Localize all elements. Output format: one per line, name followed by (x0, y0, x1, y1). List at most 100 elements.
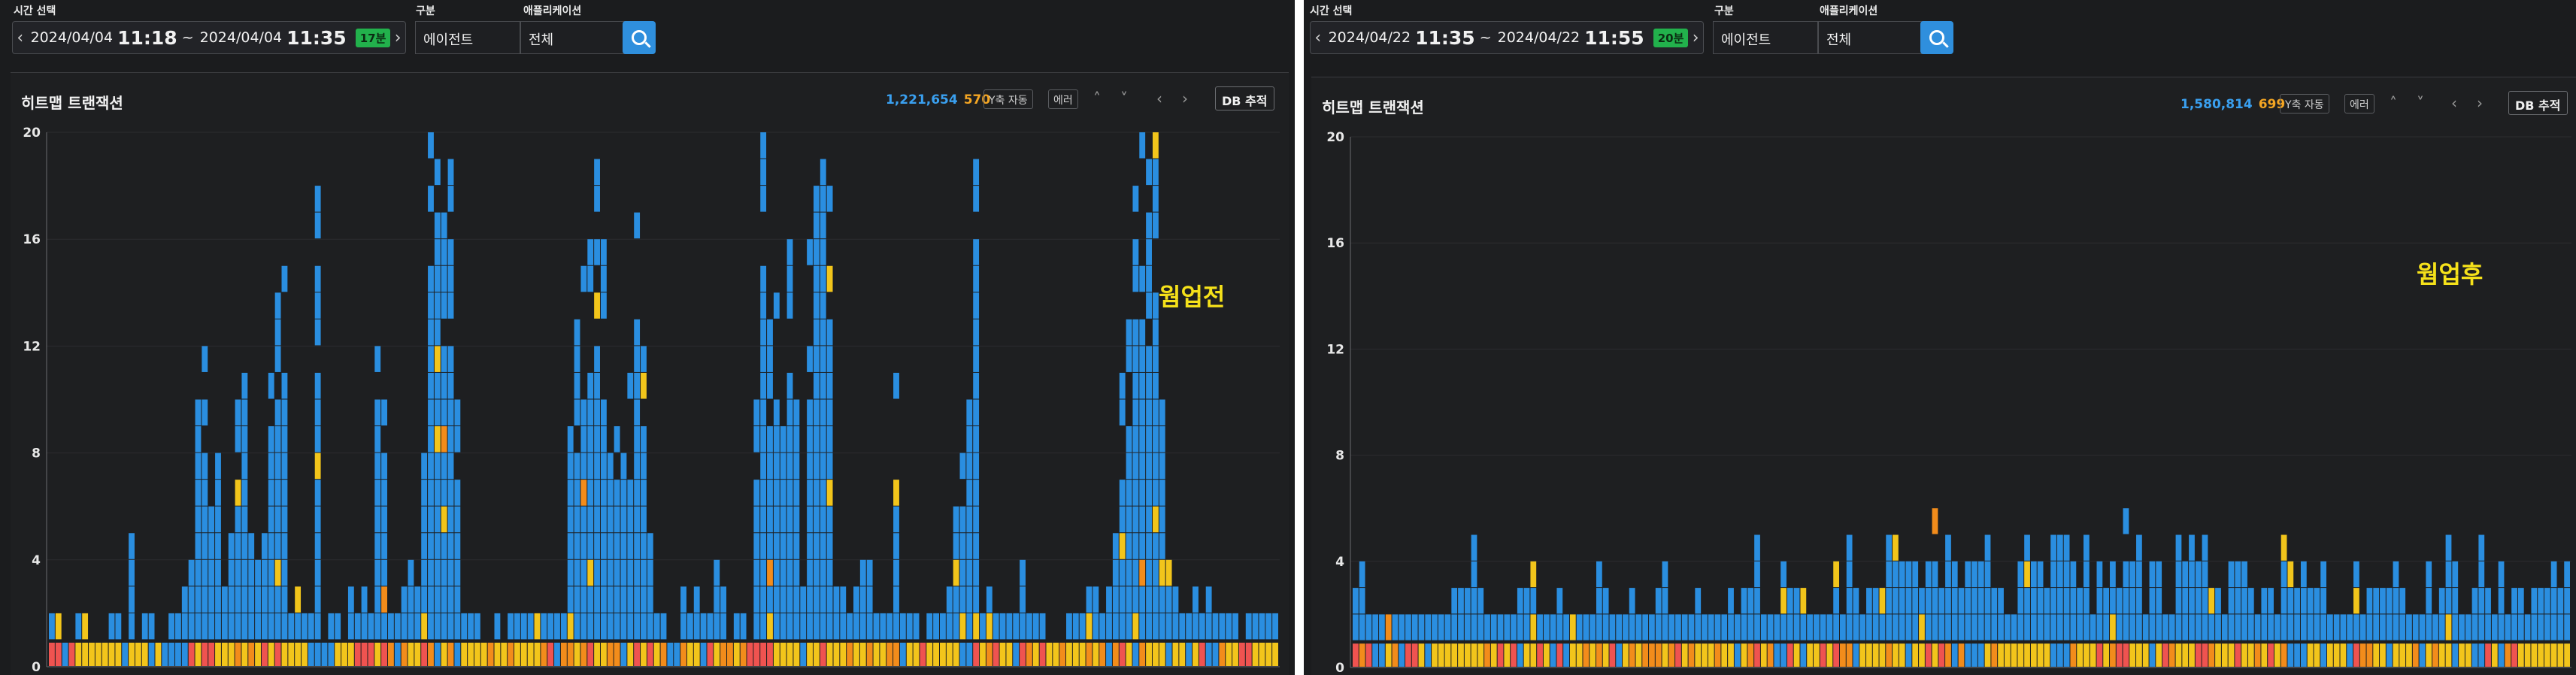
error-filter-button[interactable]: 에러 (1048, 89, 1078, 109)
heatmap-cell (587, 372, 594, 399)
next-range-icon[interactable]: › (390, 29, 405, 47)
y-axis-auto-toggle[interactable]: Y축 자동 (2280, 94, 2329, 114)
heatmap-chart[interactable]: 04812162011:1811:1911:2011:2111:2211:231… (11, 118, 1289, 675)
end-time: 11:35 (286, 26, 347, 49)
chevron-up-icon[interactable]: ˄ (1093, 89, 1101, 107)
chevron-up-icon[interactable]: ˄ (2390, 94, 2397, 112)
heatmap-cell (1583, 614, 1590, 640)
prev-range-icon[interactable]: ‹ (1311, 29, 1326, 47)
heatmap-cell (434, 159, 441, 186)
heatmap-cell (2478, 614, 2485, 640)
chevron-left-icon[interactable]: ‹ (2451, 94, 2457, 112)
heatmap-cell (973, 319, 980, 346)
heatmap-svg[interactable]: 04812162011:1811:1911:2011:2111:2211:231… (11, 118, 1289, 675)
heatmap-cell (1833, 614, 1839, 640)
heatmap-cell (1912, 588, 1919, 614)
y-axis-auto-toggle[interactable]: Y축 자동 (983, 89, 1033, 109)
heatmap-cell (1537, 643, 1543, 667)
heatmap-cell (1517, 614, 1523, 640)
category-label: 구분 (416, 5, 435, 17)
heatmap-cell (215, 453, 221, 480)
heatmap-cell (1072, 643, 1079, 666)
time-range-picker[interactable]: ‹ 2024/04/04 11:18 ~ 2024/04/04 11:35 17… (12, 21, 406, 54)
category-select[interactable]: 에이전트 (415, 21, 520, 54)
chevron-down-icon[interactable]: ˅ (1120, 89, 1128, 107)
prev-range-icon[interactable]: ‹ (13, 29, 28, 47)
heatmap-cell (1411, 643, 1418, 667)
heatmap-cell (2050, 561, 2056, 588)
heatmap-cell (235, 399, 241, 426)
heatmap-cell (1642, 643, 1649, 667)
chevron-left-icon[interactable]: ‹ (1156, 89, 1162, 107)
heatmap-cell (2156, 588, 2162, 614)
heatmap-cell (1919, 588, 1925, 614)
heatmap-cell (1853, 614, 1859, 640)
chevron-right-icon[interactable]: › (1182, 89, 1188, 107)
heatmap-svg[interactable]: 04812162011:3511:3611:3711:3811:3911:401… (1311, 123, 2576, 675)
heatmap-cell (428, 426, 434, 453)
next-range-icon[interactable]: › (1688, 29, 1703, 47)
db-trace-button[interactable]: DB 추적 (1215, 86, 1274, 110)
heatmap-cell (926, 643, 933, 666)
heatmap-cell (899, 613, 906, 640)
search-button[interactable] (623, 21, 656, 54)
heatmap-cell (1833, 588, 1839, 614)
heatmap-cell (1119, 643, 1126, 666)
heatmap-cell (1912, 614, 1919, 640)
application-select[interactable]: 전체 (520, 21, 626, 54)
category-select[interactable]: 에이전트 (1713, 21, 1818, 54)
heatmap-cell (1517, 588, 1523, 614)
heatmap-cell (75, 643, 82, 666)
heatmap-cell (2024, 561, 2030, 588)
heatmap-cell (281, 533, 288, 559)
heatmap-cell (1905, 561, 1912, 588)
heatmap-cell (202, 586, 208, 613)
heatmap-cell (1132, 239, 1139, 265)
heatmap-cell (2538, 643, 2544, 667)
heatmap-cell (2491, 614, 2498, 640)
heatmap-cell (335, 613, 341, 640)
heatmap-cell (195, 399, 202, 426)
error-filter-button[interactable]: 에러 (2344, 94, 2374, 114)
heatmap-cell (2399, 588, 2406, 614)
heatmap-cell (1245, 613, 1252, 640)
heatmap-cell (2162, 614, 2168, 640)
heatmap-cell (2314, 643, 2320, 667)
heatmap-cell (195, 480, 202, 506)
heatmap-chart[interactable]: 04812162011:3511:3611:3711:3811:3911:401… (1311, 123, 2576, 675)
time-range-picker[interactable]: ‹ 2024/04/22 11:35 ~ 2024/04/22 11:55 20… (1310, 21, 1704, 54)
heatmap-cell (813, 533, 820, 559)
heatmap-cell (1702, 614, 1708, 640)
heatmap-cell (1925, 614, 1932, 640)
application-select[interactable]: 전체 (1818, 21, 1923, 54)
chevron-down-icon[interactable]: ˅ (2417, 94, 2424, 112)
heatmap-cell (2149, 588, 2156, 614)
db-trace-button[interactable]: DB 추적 (2508, 91, 2568, 115)
heatmap-cell (793, 559, 800, 586)
heatmap-cell (421, 480, 428, 506)
heatmap-cell (1385, 643, 1392, 667)
heatmap-cell (953, 613, 959, 640)
heatmap-cell (1853, 643, 1859, 667)
heatmap-cell (434, 239, 441, 265)
heatmap-cell (1893, 588, 1899, 614)
heatmap-cell (966, 586, 973, 613)
heatmap-cell (447, 506, 454, 533)
heatmap-cell (1893, 561, 1899, 588)
heatmap-cell (714, 559, 720, 586)
heatmap-cell (2359, 643, 2366, 667)
heatmap-cell (939, 643, 946, 666)
heatmap-cell (447, 186, 454, 212)
search-button[interactable] (1920, 21, 1953, 54)
heatmap-cell (82, 643, 89, 666)
heatmap-cell (2287, 588, 2294, 614)
heatmap-cell (880, 643, 886, 666)
heatmap-cell (1971, 643, 1977, 667)
heatmap-cell (653, 613, 660, 640)
heatmap-cell (1152, 426, 1159, 453)
heatmap-cell (1899, 561, 1905, 588)
heatmap-cell (1451, 643, 1458, 667)
end-time: 11:55 (1584, 26, 1644, 49)
heatmap-cell (314, 643, 321, 666)
chevron-right-icon[interactable]: › (2477, 94, 2483, 112)
